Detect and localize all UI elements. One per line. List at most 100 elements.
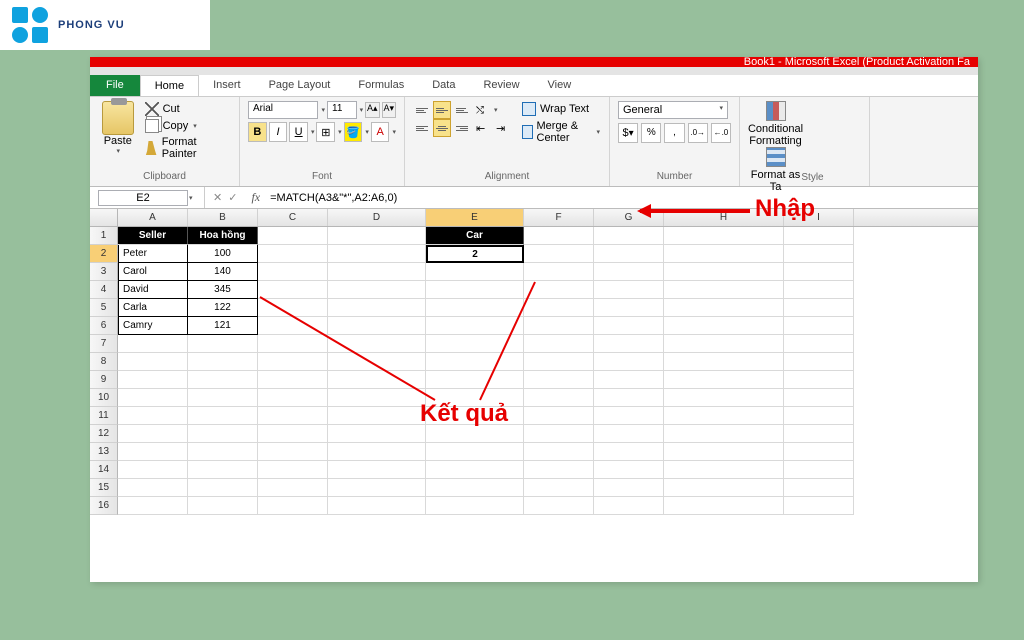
- cell-B2[interactable]: 100: [188, 245, 258, 263]
- cell-I6[interactable]: [784, 317, 854, 335]
- cell-G12[interactable]: [594, 425, 664, 443]
- shrink-font-button[interactable]: A▾: [382, 102, 396, 118]
- cancel-formula-icon[interactable]: ✕: [213, 191, 222, 204]
- cell-G6[interactable]: [594, 317, 664, 335]
- align-bottom-button[interactable]: [453, 101, 471, 119]
- row-header-7[interactable]: 7: [90, 335, 118, 353]
- fill-color-button[interactable]: 🪣: [344, 122, 363, 142]
- cell-F1[interactable]: [524, 227, 594, 245]
- cell-H16[interactable]: [664, 497, 784, 515]
- cells-area[interactable]: SellerHoa hồngCarPeter1002Carol140David3…: [118, 227, 854, 515]
- col-header-F[interactable]: F: [524, 209, 594, 226]
- cell-I1[interactable]: [784, 227, 854, 245]
- cell-A7[interactable]: [118, 335, 188, 353]
- cell-C15[interactable]: [258, 479, 328, 497]
- tab-file[interactable]: File: [90, 75, 140, 96]
- cell-I5[interactable]: [784, 299, 854, 317]
- cell-D2[interactable]: [328, 245, 426, 263]
- cell-E1[interactable]: Car: [426, 227, 524, 245]
- cell-F5[interactable]: [524, 299, 594, 317]
- row-header-12[interactable]: 12: [90, 425, 118, 443]
- cell-A1[interactable]: Seller: [118, 227, 188, 245]
- cell-C13[interactable]: [258, 443, 328, 461]
- name-box[interactable]: E2: [98, 190, 188, 206]
- cell-H10[interactable]: [664, 389, 784, 407]
- cell-C2[interactable]: [258, 245, 328, 263]
- grow-font-button[interactable]: A▴: [365, 102, 379, 118]
- cell-D16[interactable]: [328, 497, 426, 515]
- cell-H15[interactable]: [664, 479, 784, 497]
- cell-I2[interactable]: [784, 245, 854, 263]
- conditional-formatting-button[interactable]: Conditional Formatting: [748, 101, 803, 147]
- cell-F12[interactable]: [524, 425, 594, 443]
- cell-A6[interactable]: Camry: [118, 317, 188, 335]
- tab-formulas[interactable]: Formulas: [344, 75, 418, 96]
- cell-A14[interactable]: [118, 461, 188, 479]
- col-header-D[interactable]: D: [328, 209, 426, 226]
- cell-H9[interactable]: [664, 371, 784, 389]
- cell-D8[interactable]: [328, 353, 426, 371]
- quick-access-toolbar[interactable]: [90, 67, 978, 75]
- tab-home[interactable]: Home: [140, 75, 199, 96]
- merge-center-button[interactable]: Merge & Center▾: [521, 119, 601, 145]
- cell-A13[interactable]: [118, 443, 188, 461]
- align-top-button[interactable]: [413, 101, 431, 119]
- cell-G4[interactable]: [594, 281, 664, 299]
- cell-A9[interactable]: [118, 371, 188, 389]
- col-header-A[interactable]: A: [118, 209, 188, 226]
- cell-F8[interactable]: [524, 353, 594, 371]
- cell-G11[interactable]: [594, 407, 664, 425]
- cell-F10[interactable]: [524, 389, 594, 407]
- cell-C11[interactable]: [258, 407, 328, 425]
- cell-G8[interactable]: [594, 353, 664, 371]
- cell-F6[interactable]: [524, 317, 594, 335]
- cell-E2[interactable]: 2: [426, 245, 524, 263]
- cell-B16[interactable]: [188, 497, 258, 515]
- cell-E7[interactable]: [426, 335, 524, 353]
- cell-A11[interactable]: [118, 407, 188, 425]
- cell-I7[interactable]: [784, 335, 854, 353]
- increase-indent-button[interactable]: ⇥: [493, 119, 511, 137]
- row-header-10[interactable]: 10: [90, 389, 118, 407]
- cell-H14[interactable]: [664, 461, 784, 479]
- cell-B8[interactable]: [188, 353, 258, 371]
- cell-G3[interactable]: [594, 263, 664, 281]
- cell-C12[interactable]: [258, 425, 328, 443]
- format-painter-button[interactable]: Format Painter: [144, 135, 231, 161]
- cell-D10[interactable]: [328, 389, 426, 407]
- col-header-E[interactable]: E: [426, 209, 524, 226]
- cell-I15[interactable]: [784, 479, 854, 497]
- cell-D11[interactable]: [328, 407, 426, 425]
- cell-A2[interactable]: Peter: [118, 245, 188, 263]
- cell-H8[interactable]: [664, 353, 784, 371]
- cell-G1[interactable]: [594, 227, 664, 245]
- cell-I11[interactable]: [784, 407, 854, 425]
- cell-B13[interactable]: [188, 443, 258, 461]
- cell-B12[interactable]: [188, 425, 258, 443]
- cell-C8[interactable]: [258, 353, 328, 371]
- cell-E5[interactable]: [426, 299, 524, 317]
- decrease-decimal-button[interactable]: ←.0: [711, 123, 731, 143]
- cell-G14[interactable]: [594, 461, 664, 479]
- cell-A5[interactable]: Carla: [118, 299, 188, 317]
- cell-B10[interactable]: [188, 389, 258, 407]
- align-center-button[interactable]: [433, 119, 451, 137]
- cell-E11[interactable]: [426, 407, 524, 425]
- font-color-button[interactable]: A: [371, 122, 390, 142]
- cell-F16[interactable]: [524, 497, 594, 515]
- cut-button[interactable]: Cut: [144, 101, 231, 117]
- cell-F2[interactable]: [524, 245, 594, 263]
- cell-E14[interactable]: [426, 461, 524, 479]
- cell-A16[interactable]: [118, 497, 188, 515]
- cell-I3[interactable]: [784, 263, 854, 281]
- tab-review[interactable]: Review: [469, 75, 533, 96]
- underline-button[interactable]: U: [289, 122, 308, 142]
- cell-G10[interactable]: [594, 389, 664, 407]
- cell-H1[interactable]: [664, 227, 784, 245]
- cell-F9[interactable]: [524, 371, 594, 389]
- cell-B1[interactable]: Hoa hồng: [188, 227, 258, 245]
- cell-E4[interactable]: [426, 281, 524, 299]
- increase-decimal-button[interactable]: .0→: [688, 123, 708, 143]
- wrap-text-button[interactable]: Wrap Text: [521, 101, 601, 117]
- cell-C7[interactable]: [258, 335, 328, 353]
